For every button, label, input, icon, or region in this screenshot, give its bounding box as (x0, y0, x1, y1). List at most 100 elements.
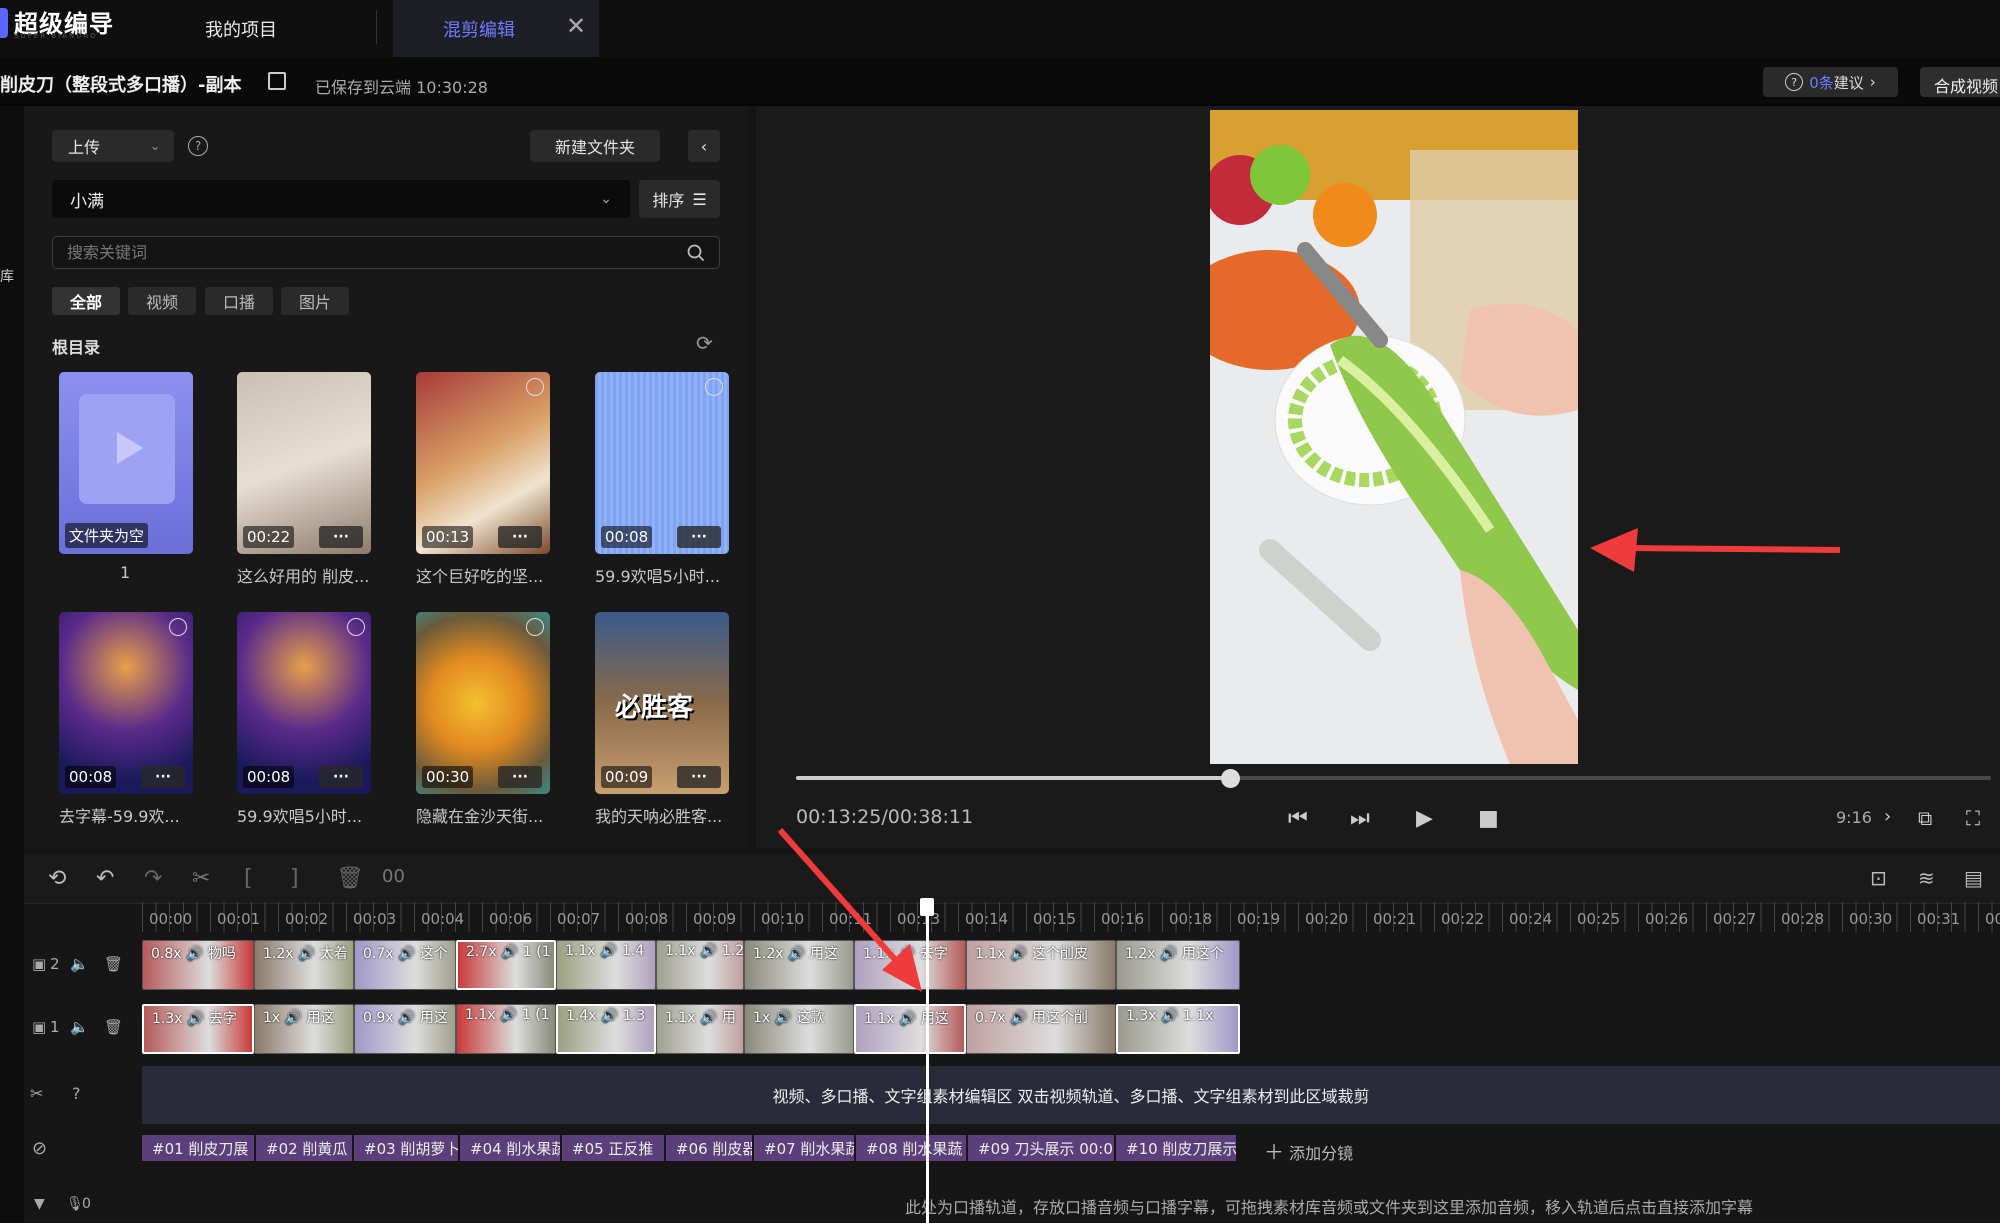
timeline-clip[interactable]: 1.3x 🔊 去字 (142, 1004, 254, 1054)
delete-icon[interactable]: 🗑 (336, 866, 364, 891)
timeline-clip[interactable]: 0.7x 🔊 用这个削 (966, 1004, 1116, 1054)
mute-icon[interactable]: 🔈 (70, 955, 89, 973)
suggestion-button[interactable]: ? 0条 建议 › (1763, 67, 1898, 97)
crop-icon[interactable]: ⧉ (1918, 806, 1932, 830)
select-radio[interactable] (526, 618, 544, 636)
new-folder-button[interactable]: 新建文件夹 (530, 130, 660, 162)
sort-button[interactable]: 排序 ☰ (639, 180, 720, 218)
document-icon[interactable]: ▤ (1964, 866, 1983, 890)
media-card[interactable]: 00:13 ··· (416, 372, 550, 554)
split-icon[interactable]: 00 (382, 866, 405, 887)
timeline-clip[interactable]: 1.3x 🔊 1.1x (1116, 1004, 1240, 1054)
snapshot-icon[interactable]: ⊡ (1870, 866, 1887, 890)
mute-icon[interactable]: 🔈 (70, 1018, 89, 1036)
chevron-right-icon[interactable]: › (1884, 806, 1891, 827)
filter-video[interactable]: 视频 (128, 287, 196, 315)
timeline-clip[interactable]: 0.8x 🔊 物吗 (142, 940, 254, 990)
media-card[interactable]: 00:30 ··· (416, 612, 550, 794)
upload-dropdown[interactable]: 上传 ⌄ (52, 130, 174, 162)
storyboard-segment[interactable]: #02 削黄瓜 (256, 1135, 354, 1161)
storyboard-segment[interactable]: #07 削水果蔬 (754, 1135, 856, 1161)
search-input[interactable] (67, 243, 627, 262)
delete-track-icon[interactable]: 🗑 (104, 955, 123, 973)
timeline-clip[interactable]: 1.1x 🔊 这个削皮 (966, 940, 1116, 990)
timeline-clip[interactable]: 1.1x 🔊 用这 (854, 1004, 966, 1054)
cut-icon[interactable]: ✂ (192, 866, 210, 891)
side-rail-label[interactable]: 库 (0, 266, 14, 286)
user-select[interactable]: 小满 ⌄ (52, 180, 630, 218)
play-icon[interactable]: ▶ (1416, 806, 1433, 831)
timeline-clip[interactable]: 1.1x 🔊 用 (656, 1004, 744, 1054)
question-icon[interactable]: ? (72, 1084, 81, 1103)
playhead-handle[interactable] (920, 898, 934, 916)
storyboard-segment[interactable]: #06 削皮器 (666, 1135, 754, 1161)
more-options-icon[interactable]: ··· (141, 766, 185, 788)
help-icon[interactable]: ? (188, 136, 208, 156)
stop-icon[interactable]: ■ (1478, 806, 1499, 831)
redo-icon[interactable]: ↷ (144, 866, 162, 891)
collapse-track-icon[interactable]: ▼ (34, 1196, 45, 1212)
more-options-icon[interactable]: ··· (677, 766, 721, 788)
trim-right-icon[interactable]: ] (290, 866, 299, 891)
filter-voiceover[interactable]: 口播 (205, 287, 273, 315)
timeline-clip[interactable]: 1x 🔊 用这 (254, 1004, 354, 1054)
refresh-icon[interactable]: ⟳ (696, 331, 713, 355)
media-card[interactable]: 必胜客 00:09 ··· (595, 612, 729, 794)
compass-icon[interactable]: ⊘ (32, 1138, 47, 1159)
more-options-icon[interactable]: ··· (319, 526, 363, 548)
trim-left-icon[interactable]: [ (244, 866, 253, 891)
video-preview[interactable] (1210, 110, 1578, 764)
timeline-clip[interactable]: 1.1x 🔊 1 (1 (456, 1004, 556, 1054)
timeline-clip[interactable]: 1.1x 🔊 1.4 (556, 940, 656, 990)
media-card-folder[interactable]: 文件夹为空 (59, 372, 193, 554)
timeline-clip[interactable]: 0.9x 🔊 用这 (354, 1004, 456, 1054)
video-track-2[interactable]: 0.8x 🔊 物吗 1.2x 🔊 太着 0.7x 🔊 这个 2.7x 🔊 1 (1 1.… (142, 940, 1248, 990)
layers-icon[interactable]: ≋ (1918, 866, 1935, 890)
storyboard-segment[interactable]: #08 削水果蔬 (856, 1135, 968, 1161)
tab-my-projects[interactable]: 我的项目 (205, 0, 277, 57)
storyboard-segment[interactable]: #01 削皮刀展 (142, 1135, 256, 1161)
search-icon[interactable] (687, 244, 705, 262)
timeline-clip[interactable]: 1.2x 🔊 用这个 (1116, 940, 1240, 990)
filter-all[interactable]: 全部 (52, 287, 120, 315)
skip-forward-icon[interactable]: ⏭ (1350, 806, 1370, 831)
scissors-icon[interactable]: ✂ (30, 1084, 43, 1103)
seek-handle[interactable] (1220, 769, 1240, 788)
timeline-clip[interactable]: 1.4x 🔊 1.3 (556, 1004, 656, 1054)
media-card[interactable]: 00:08 ··· (595, 372, 729, 554)
storyboard-segment[interactable]: #04 削水果蔬 (460, 1135, 562, 1161)
select-radio[interactable] (347, 618, 365, 636)
add-segment-button[interactable]: ＋ 添加分镜 (1264, 1136, 1353, 1165)
storyboard-segment[interactable]: #10 削皮刀展示 (1116, 1135, 1238, 1161)
edit-title-icon[interactable] (268, 72, 286, 90)
more-options-icon[interactable]: ··· (498, 766, 542, 788)
fullscreen-icon[interactable]: ⛶ (1966, 806, 1980, 830)
more-options-icon[interactable]: ··· (498, 526, 542, 548)
video-track-1[interactable]: 1.3x 🔊 去字 1x 🔊 用这 0.9x 🔊 用这 1.1x 🔊 1 (1 1.4x… (142, 1004, 1248, 1054)
edit-drop-zone[interactable]: 视频、多口播、文字组素材编辑区 双击视频轨道、多口播、文字组素材到此区域裁剪 (142, 1066, 2000, 1124)
more-options-icon[interactable]: ··· (677, 526, 721, 548)
collapse-panel-icon[interactable]: ‹ (688, 130, 720, 162)
delete-track-icon[interactable]: 🗑 (104, 1018, 123, 1036)
select-radio[interactable] (526, 378, 544, 396)
timeline-clip[interactable]: 2.7x 🔊 1 (1 (456, 940, 556, 990)
aspect-ratio[interactable]: 9:16 (1836, 808, 1872, 827)
playhead[interactable] (926, 898, 929, 1223)
timeline-clip[interactable]: 1.1x 🔊 1.2 (656, 940, 744, 990)
more-options-icon[interactable]: ··· (319, 766, 363, 788)
skip-back-icon[interactable]: ⏮ (1288, 806, 1308, 831)
filter-image[interactable]: 图片 (281, 287, 349, 315)
media-card[interactable]: 00:08 ··· (237, 612, 371, 794)
timeline-clip[interactable]: 1.2x 🔊 太着 (254, 940, 354, 990)
timeline-clip[interactable]: 0.7x 🔊 这个 (354, 940, 456, 990)
undo-icon[interactable]: ↶ (96, 866, 114, 891)
compose-video-button[interactable]: 合成视频 (1920, 67, 2000, 97)
storyboard-segment[interactable]: #09 刀头展示 00:0 (968, 1135, 1116, 1161)
media-card[interactable]: 00:08 ··· (59, 612, 193, 794)
timeline-clip[interactable]: 1x 🔊 这款 (744, 1004, 854, 1054)
storyboard-segment[interactable]: #05 正反推 (562, 1135, 666, 1161)
voiceover-track-hint[interactable]: 此处为口播轨道，存放口播音频与口播字幕，可拖拽素材库音频或文件夹到这里添加音频，… (905, 1194, 1753, 1218)
storyboard-segment[interactable]: #03 削胡萝卜 (354, 1135, 460, 1161)
select-radio[interactable] (169, 618, 187, 636)
close-tab-icon[interactable]: ✕ (566, 12, 586, 40)
